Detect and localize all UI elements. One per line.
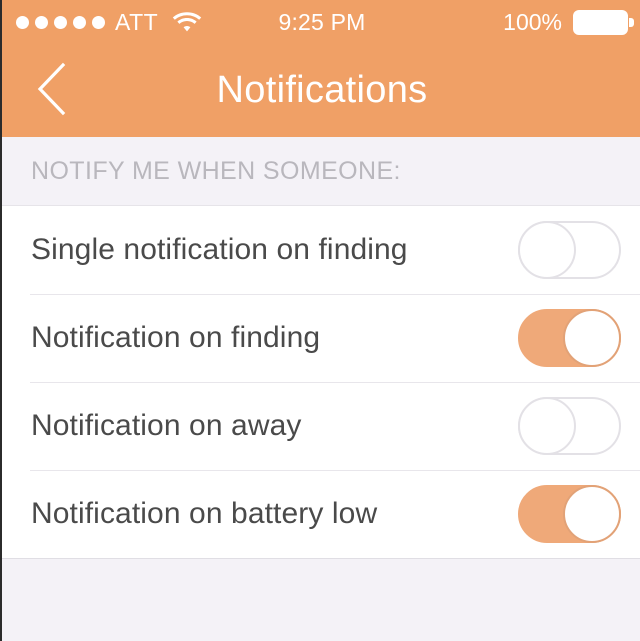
page-title: Notifications — [216, 69, 428, 111]
toggle-notification-on-battery-low[interactable] — [518, 485, 621, 543]
setting-label: Notification on away — [31, 409, 302, 442]
section-header: NOTIFY ME WHEN SOMEONE: — [2, 137, 640, 205]
toggle-knob — [518, 397, 576, 455]
status-bar-right: 100% — [503, 0, 634, 44]
section-header-label: NOTIFY ME WHEN SOMEONE: — [31, 156, 401, 185]
status-bar-left: ATT — [16, 0, 202, 44]
signal-strength-dots — [16, 15, 105, 29]
toggle-notification-on-finding[interactable] — [518, 309, 621, 367]
battery-percent-label: 100% — [503, 8, 562, 35]
signal-dot — [35, 15, 48, 29]
signal-dot — [92, 15, 105, 29]
app-header: ATT 9:25 PM 100% Notifications — [2, 0, 640, 137]
toggle-knob — [563, 309, 621, 367]
footer-empty-area — [2, 559, 640, 641]
signal-dot — [16, 15, 29, 29]
list-item[interactable]: Single notification on finding — [2, 206, 640, 294]
navigation-bar: Notifications — [2, 44, 640, 137]
status-bar: ATT 9:25 PM 100% — [2, 0, 640, 44]
signal-dot — [54, 15, 67, 29]
wifi-icon — [172, 11, 202, 33]
battery-full-icon — [573, 9, 634, 35]
carrier-label: ATT — [115, 8, 159, 35]
toggle-knob — [563, 485, 621, 543]
toggle-knob — [518, 221, 576, 279]
setting-label: Notification on battery low — [31, 497, 378, 530]
list-item[interactable]: Notification on finding — [2, 294, 640, 382]
signal-dot — [73, 15, 86, 29]
setting-label: Notification on finding — [31, 321, 321, 354]
clock-label: 9:25 PM — [278, 8, 366, 35]
settings-list: Single notification on finding Notificat… — [2, 205, 640, 559]
toggle-single-notification-on-finding[interactable] — [518, 221, 621, 279]
setting-label: Single notification on finding — [31, 233, 408, 266]
list-item[interactable]: Notification on away — [2, 382, 640, 470]
toggle-notification-on-away[interactable] — [518, 397, 621, 455]
phone-screen: ATT 9:25 PM 100% Notifications NOTIFY ME… — [0, 0, 640, 641]
list-item[interactable]: Notification on battery low — [2, 470, 640, 558]
